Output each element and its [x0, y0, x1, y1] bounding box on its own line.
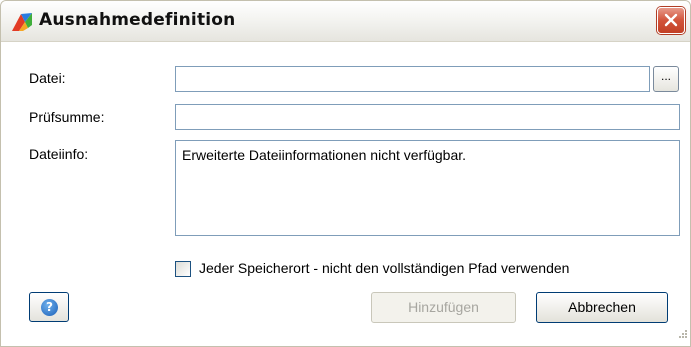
fileinfo-textarea[interactable]: Erweiterte Dateiinformationen nicht verf…: [175, 140, 680, 236]
help-button[interactable]: ?: [29, 292, 69, 322]
file-input[interactable]: [175, 66, 650, 92]
resize-grip-icon[interactable]: [676, 328, 688, 344]
checksum-input[interactable]: [175, 104, 680, 130]
dialog-body: Datei: ... Prüfsumme: Dateiinfo: Erweite…: [1, 42, 690, 346]
file-label: Datei:: [29, 70, 66, 86]
close-button[interactable]: [657, 7, 685, 34]
browse-button[interactable]: ...: [653, 66, 679, 92]
title-bar[interactable]: Ausnahmedefinition: [1, 1, 690, 42]
add-button[interactable]: Hinzufügen: [371, 292, 516, 323]
help-icon: ?: [41, 299, 58, 316]
any-location-label[interactable]: Jeder Speicherort - nicht den vollständi…: [199, 260, 569, 276]
avg-logo-icon: [11, 11, 33, 33]
window-title: Ausnahmedefinition: [39, 10, 236, 30]
cancel-button[interactable]: Abbrechen: [536, 292, 668, 323]
any-location-checkbox[interactable]: [175, 261, 191, 277]
checksum-label: Prüfsumme:: [29, 109, 105, 125]
dialog-window: Ausnahmedefinition Datei: ... Prüfsumme:…: [0, 0, 691, 347]
fileinfo-label: Dateiinfo:: [29, 146, 89, 162]
